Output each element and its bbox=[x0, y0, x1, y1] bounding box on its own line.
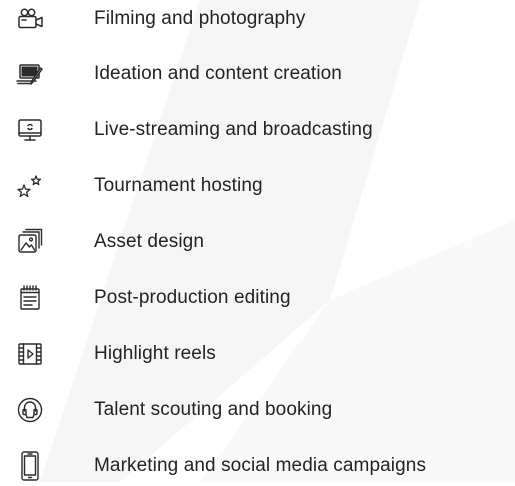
service-item-ideation: Ideation and content creation bbox=[0, 54, 515, 94]
film-camera-icon bbox=[12, 1, 48, 37]
service-item-post-production: Post-production editing bbox=[0, 278, 515, 318]
service-label: Live-streaming and broadcasting bbox=[94, 119, 373, 140]
services-list: Filming and photography Ideation and con… bbox=[0, 0, 515, 482]
film-reel-icon bbox=[12, 336, 48, 372]
service-label: Asset design bbox=[94, 231, 204, 252]
service-item-tournament: Tournament hosting bbox=[0, 166, 515, 206]
service-label: Ideation and content creation bbox=[94, 63, 342, 84]
headset-icon bbox=[12, 392, 48, 428]
laptop-pen-icon bbox=[12, 56, 48, 92]
service-item-marketing: Marketing and social media campaigns bbox=[0, 446, 515, 486]
service-item-livestreaming: Live-streaming and broadcasting bbox=[0, 110, 515, 150]
service-item-asset-design: Asset design bbox=[0, 222, 515, 262]
service-item-filming: Filming and photography bbox=[0, 0, 515, 39]
service-item-highlight-reels: Highlight reels bbox=[0, 334, 515, 374]
service-label: Highlight reels bbox=[94, 343, 216, 364]
service-label: Post-production editing bbox=[94, 287, 291, 308]
image-stack-icon bbox=[12, 224, 48, 260]
service-label: Talent scouting and booking bbox=[94, 399, 333, 420]
service-label: Filming and photography bbox=[94, 8, 306, 29]
stars-icon bbox=[12, 168, 48, 204]
service-label: Tournament hosting bbox=[94, 175, 263, 196]
service-label: Marketing and social media campaigns bbox=[94, 455, 427, 476]
notepad-icon bbox=[12, 280, 48, 316]
monitor-broadcast-icon bbox=[12, 112, 48, 148]
phone-icon bbox=[12, 448, 48, 484]
service-item-talent: Talent scouting and booking bbox=[0, 390, 515, 430]
